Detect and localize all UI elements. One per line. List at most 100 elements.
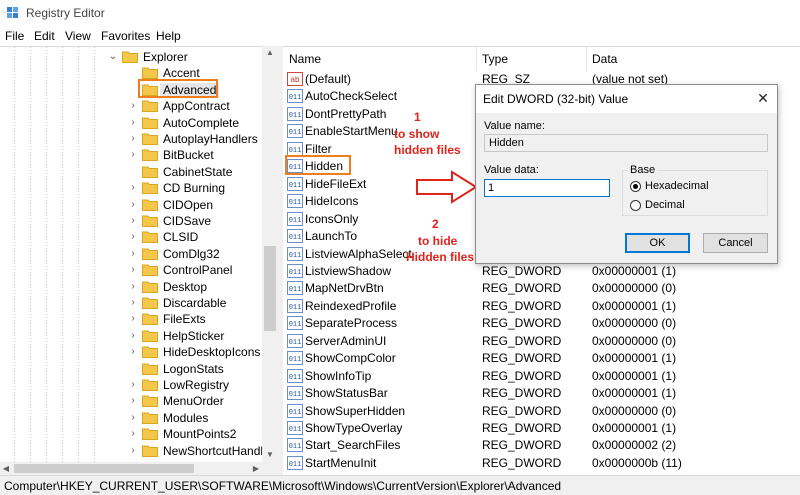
tree-item-label: AppContract: [163, 99, 230, 114]
tree-item[interactable]: › BitBucket: [0, 147, 262, 163]
list-row[interactable]: 011 ShowTypeOverlay REG_DWORD 0x00000001 (1…: [283, 420, 800, 437]
chevron-right-icon[interactable]: ›: [128, 444, 138, 458]
ok-button[interactable]: OK: [625, 233, 690, 253]
list-row[interactable]: 011 ShowSuperHidden REG_DWORD 0x00000000 (0…: [283, 403, 800, 420]
chevron-right-icon[interactable]: ›: [128, 427, 138, 441]
tree-item[interactable]: › MenuOrder: [0, 393, 262, 409]
folder-icon: [142, 99, 158, 113]
list-row[interactable]: 011 ShowCompColor REG_DWORD 0x00000001 (1): [283, 350, 800, 367]
menu-help[interactable]: Help: [156, 29, 181, 43]
chevron-right-icon[interactable]: ›: [128, 214, 138, 228]
value-type: REG_DWORD: [482, 403, 562, 418]
tree-item[interactable]: › MountPoints2: [0, 426, 262, 442]
chevron-right-icon[interactable]: ›: [128, 230, 138, 244]
radio-hex-indicator[interactable]: [630, 181, 641, 192]
list-row[interactable]: 011 ServerAdminUI REG_DWORD 0x00000000 (0): [283, 333, 800, 350]
tree-item[interactable]: CabinetState: [0, 164, 262, 180]
column-header-data[interactable]: Data: [592, 52, 617, 66]
chevron-right-icon[interactable]: ›: [128, 394, 138, 408]
chevron-right-icon[interactable]: ›: [128, 411, 138, 425]
tree-item[interactable]: › HelpSticker: [0, 328, 262, 344]
tree-item[interactable]: › CLSID: [0, 229, 262, 245]
menu-file[interactable]: File: [5, 29, 24, 43]
column-header-type[interactable]: Type: [482, 52, 508, 66]
chevron-right-icon[interactable]: ›: [128, 296, 138, 310]
list-row[interactable]: 011 ListviewShadow REG_DWORD 0x00000001 (1): [283, 263, 800, 280]
scroll-down-icon[interactable]: ▼: [262, 448, 278, 462]
chevron-down-icon[interactable]: ⌄: [108, 50, 118, 64]
key-tree[interactable]: ⌄ Explorer Accent Advanced › AppContract › Auto…: [0, 46, 278, 463]
scroll-thumb[interactable]: [264, 246, 276, 331]
tree-item[interactable]: Advanced: [0, 82, 262, 98]
value-data-input[interactable]: [484, 179, 610, 197]
menu-edit[interactable]: Edit: [34, 29, 55, 43]
radio-hex-label[interactable]: Hexadecimal: [645, 180, 709, 192]
chevron-right-icon[interactable]: ›: [128, 345, 138, 359]
tree-item[interactable]: LogonStats: [0, 361, 262, 377]
list-row[interactable]: 011 ShowInfoTip REG_DWORD 0x00000001 (1): [283, 368, 800, 385]
tree-item[interactable]: › Desktop: [0, 279, 262, 295]
chevron-right-icon[interactable]: ›: [128, 280, 138, 294]
tree-item[interactable]: Accent: [0, 65, 262, 81]
tree-item[interactable]: › HideDesktopIcons: [0, 344, 262, 360]
value-type: REG_DWORD: [482, 386, 562, 401]
tree-item[interactable]: › CD Burning: [0, 180, 262, 196]
cancel-button[interactable]: Cancel: [703, 233, 768, 253]
scroll-left-icon[interactable]: ◀: [0, 462, 12, 475]
tree-item[interactable]: › LowRegistry: [0, 377, 262, 393]
column-divider[interactable]: [586, 47, 587, 71]
tree-item-label: CIDOpen: [163, 197, 214, 212]
tree-item[interactable]: › AutoComplete: [0, 115, 262, 131]
tree-item[interactable]: › Modules: [0, 410, 262, 426]
chevron-right-icon[interactable]: ›: [128, 263, 138, 277]
tree-item[interactable]: › AutoplayHandlers: [0, 131, 262, 147]
scroll-right-icon[interactable]: ▶: [250, 462, 262, 475]
chevron-right-icon[interactable]: ›: [128, 329, 138, 343]
dword-value-icon: 011: [287, 141, 303, 156]
scroll-up-icon[interactable]: ▲: [262, 46, 278, 60]
column-divider[interactable]: [476, 47, 477, 71]
tree-item-label: AutoplayHandlers: [163, 132, 258, 146]
list-row[interactable]: 011 ShowStatusBar REG_DWORD 0x00000001 (1): [283, 385, 800, 402]
value-type: REG_DWORD: [482, 351, 562, 366]
list-row[interactable]: 011 SeparateProcess REG_DWORD 0x00000000 (0…: [283, 315, 800, 332]
svg-text:011: 011: [289, 391, 302, 399]
list-row[interactable]: 011 MapNetDrvBtn REG_DWORD 0x00000000 (0): [283, 280, 800, 297]
chevron-right-icon[interactable]: ›: [128, 378, 138, 392]
chevron-right-icon[interactable]: ›: [128, 247, 138, 261]
chevron-right-icon[interactable]: ›: [128, 116, 138, 130]
menu-favorites[interactable]: Favorites: [101, 29, 150, 43]
list-row[interactable]: 011 ReindexedProfile REG_DWORD 0x00000001 (…: [283, 298, 800, 315]
dword-value-icon: 011: [287, 281, 303, 296]
tree-item[interactable]: › FileExts: [0, 311, 262, 327]
tree-vertical-scrollbar[interactable]: ▲ ▼: [262, 46, 278, 462]
tree-item[interactable]: › ControlPanel: [0, 262, 262, 278]
close-icon[interactable]: ✕: [754, 89, 772, 107]
tree-item[interactable]: › NewShortcutHandler: [0, 443, 273, 459]
hscroll-thumb[interactable]: [14, 464, 194, 473]
radio-dec-label[interactable]: Decimal: [645, 199, 685, 211]
tree-item[interactable]: ⌄ Explorer: [0, 49, 262, 65]
list-row[interactable]: 011 Start_SearchFiles REG_DWORD 0x00000002 …: [283, 437, 800, 454]
column-header-name[interactable]: Name: [289, 52, 321, 66]
tree-item[interactable]: › Discardable: [0, 295, 262, 311]
tree-item[interactable]: › CIDOpen: [0, 197, 262, 213]
folder-icon: [142, 345, 158, 359]
value-name: IconsOnly: [305, 211, 359, 226]
value-type: REG_DWORD: [482, 298, 562, 313]
chevron-right-icon[interactable]: ›: [128, 99, 138, 113]
chevron-right-icon[interactable]: ›: [128, 198, 138, 212]
radio-dec-indicator[interactable]: [630, 200, 641, 211]
chevron-right-icon[interactable]: ›: [128, 148, 138, 162]
menu-view[interactable]: View: [65, 29, 91, 43]
tree-item[interactable]: › ComDlg32: [0, 246, 262, 262]
svg-text:011: 011: [289, 461, 302, 469]
tree-horizontal-scrollbar[interactable]: ◀ ▶: [0, 462, 278, 475]
list-row[interactable]: 011 StartMenuInit REG_DWORD 0x0000000b (11): [283, 455, 800, 472]
svg-text:011: 011: [289, 112, 302, 120]
tree-item[interactable]: › AppContract: [0, 98, 262, 114]
chevron-right-icon[interactable]: ›: [128, 132, 138, 146]
tree-item[interactable]: › CIDSave: [0, 213, 262, 229]
chevron-right-icon[interactable]: ›: [128, 181, 138, 195]
chevron-right-icon[interactable]: ›: [128, 312, 138, 326]
